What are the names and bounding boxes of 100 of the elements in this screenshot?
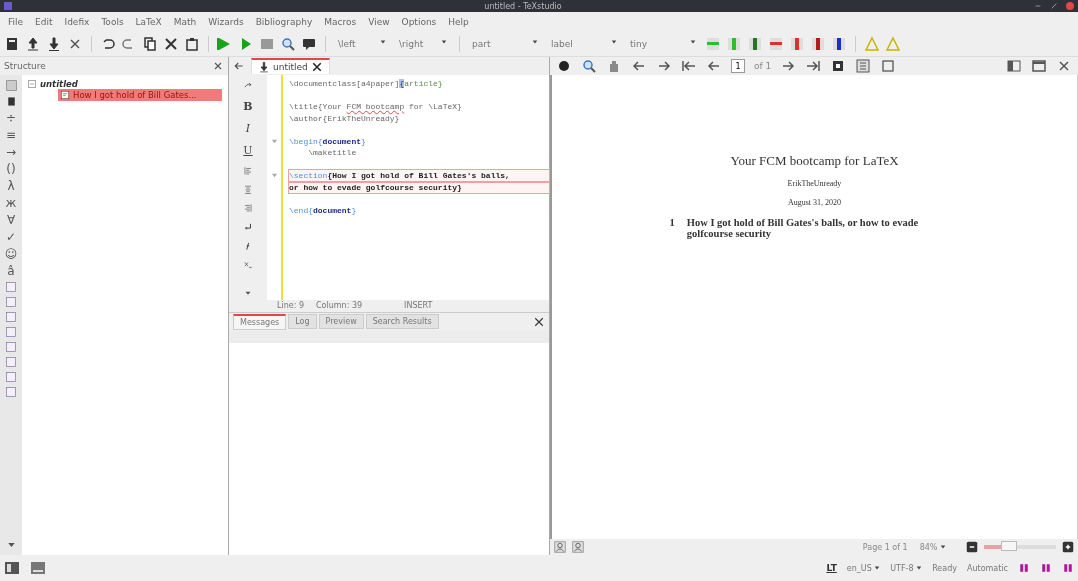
- subscript-icon[interactable]: [242, 259, 254, 270]
- close-icon[interactable]: [533, 315, 545, 328]
- tree-item[interactable]: untitled: [40, 79, 78, 89]
- symbol-tab-icon[interactable]: [5, 326, 17, 338]
- menu-item[interactable]: Options: [401, 17, 437, 27]
- format-button[interactable]: B: [243, 99, 253, 113]
- zoom-dropdown[interactable]: 84%: [913, 541, 952, 553]
- symbol-tab-icon[interactable]: [5, 341, 17, 353]
- window-icon[interactable]: [1031, 58, 1047, 74]
- symbol-tab[interactable]: ≡: [5, 128, 17, 142]
- table-icon[interactable]: [789, 36, 805, 52]
- table-icon[interactable]: [831, 36, 847, 52]
- close-icon[interactable]: [212, 60, 224, 72]
- caret-icon: [532, 39, 538, 45]
- paste-icon[interactable]: [184, 36, 200, 52]
- stop-icon[interactable]: [259, 36, 275, 52]
- search-icon[interactable]: [280, 36, 296, 52]
- tab-label: untitled: [273, 62, 308, 72]
- first-page-icon[interactable]: [681, 58, 697, 74]
- dropdown[interactable]: \left: [334, 39, 390, 49]
- table-icon[interactable]: [747, 36, 763, 52]
- search-icon[interactable]: [581, 58, 597, 74]
- sidebar-toggle-icon[interactable]: [4, 560, 20, 576]
- dropdown[interactable]: tiny: [626, 39, 700, 49]
- menu-item[interactable]: Tools: [101, 17, 124, 27]
- menu-item[interactable]: File: [8, 17, 24, 27]
- fold-marker-icon[interactable]: [270, 137, 278, 145]
- speech-bubble-icon[interactable]: [301, 36, 317, 52]
- person-icon[interactable]: [554, 541, 566, 553]
- fit-width-icon[interactable]: [855, 58, 872, 74]
- status-icon[interactable]: [1040, 562, 1052, 574]
- copy-icon[interactable]: [142, 36, 158, 52]
- newline-icon[interactable]: [242, 222, 254, 233]
- symbol-tab-icon[interactable]: [5, 356, 17, 368]
- menu-item[interactable]: LaTeX: [135, 17, 162, 27]
- collapse-icon[interactable]: [28, 80, 36, 88]
- frame-icon[interactable]: [880, 58, 897, 74]
- status-icon[interactable]: [1018, 562, 1030, 574]
- format-button[interactable]: I: [245, 121, 251, 135]
- symbol-tab[interactable]: λ: [7, 179, 15, 193]
- panel-tab[interactable]: Messages: [233, 313, 287, 330]
- format-button[interactable]: U: [243, 143, 253, 157]
- align-left-icon[interactable]: [242, 165, 254, 176]
- symbol-tab-icon[interactable]: [5, 386, 17, 398]
- fold-marker-icon[interactable]: [270, 172, 278, 180]
- caret-icon: [916, 565, 923, 571]
- panel-tab[interactable]: Preview: [318, 314, 364, 329]
- last-page-icon[interactable]: [805, 58, 822, 74]
- dropdown[interactable]: \right: [395, 39, 451, 49]
- symbol-tab-icon[interactable]: [5, 296, 17, 308]
- compile-mode[interactable]: Automatic: [966, 563, 1008, 573]
- panel-tab[interactable]: Search Results: [365, 314, 439, 329]
- status-icon[interactable]: [1062, 562, 1074, 574]
- page-number-field[interactable]: 1: [731, 59, 745, 73]
- zoom-out-icon[interactable]: [966, 541, 978, 553]
- zoom-in-icon[interactable]: [1062, 541, 1074, 553]
- code-line: \author{ErikTheUnready}: [289, 112, 401, 124]
- menu-item[interactable]: Idefix: [64, 17, 90, 27]
- dropdown[interactable]: part: [468, 39, 542, 49]
- dropdown[interactable]: label: [547, 39, 621, 49]
- menu-item[interactable]: Wizards: [208, 17, 244, 27]
- symbol-tab-icon[interactable]: [5, 371, 17, 383]
- table-icon[interactable]: [810, 36, 826, 52]
- tree-item[interactable]: How I got hold of Bill Gates...: [58, 89, 222, 101]
- symbol-tab[interactable]: ж: [5, 196, 17, 210]
- symbol-tab-icon[interactable]: [5, 311, 17, 323]
- language-selector[interactable]: en_US: [846, 563, 881, 573]
- menu-item[interactable]: Bibliography: [255, 17, 313, 27]
- upload-arrow-icon[interactable]: [25, 36, 41, 52]
- close-icon[interactable]: [310, 61, 323, 73]
- download-arrow-icon[interactable]: [46, 36, 62, 52]
- symbol-tab[interactable]: ÷: [5, 111, 17, 125]
- symbol-tab[interactable]: ✓: [5, 230, 17, 244]
- encoding-selector[interactable]: UTF-8: [890, 563, 923, 573]
- back-arrow-icon[interactable]: [233, 60, 245, 72]
- editor-tab[interactable]: untitled: [251, 58, 330, 74]
- align-center-icon[interactable]: [242, 184, 254, 195]
- person-icon[interactable]: [572, 541, 584, 553]
- menu-item[interactable]: Help: [448, 17, 469, 27]
- symbol-tab[interactable]: â: [7, 264, 15, 278]
- symbol-tab[interactable]: (): [6, 162, 16, 176]
- dot-icon[interactable]: [556, 58, 572, 74]
- menu-item[interactable]: Macros: [324, 17, 357, 27]
- symbol-tab[interactable]: ☺: [4, 247, 18, 261]
- menu-item[interactable]: Edit: [35, 17, 53, 27]
- symbol-tab[interactable]: ∀: [6, 213, 16, 227]
- cut-icon[interactable]: [163, 36, 179, 52]
- symbol-tab-icon[interactable]: [5, 281, 17, 293]
- menu-item[interactable]: Math: [173, 17, 197, 27]
- align-right-icon[interactable]: [242, 203, 254, 214]
- menu-item[interactable]: View: [368, 17, 390, 27]
- new-file-icon[interactable]: [4, 36, 20, 52]
- grammar-checker[interactable]: LT: [826, 563, 837, 573]
- slider-thumb[interactable]: [1001, 541, 1018, 551]
- dock-icon[interactable]: [1006, 58, 1022, 74]
- table-icon[interactable]: [768, 36, 784, 52]
- symbol-tab[interactable]: →: [5, 145, 17, 159]
- panel-toggle-icon[interactable]: [30, 560, 46, 576]
- maximize-icon[interactable]: [1050, 2, 1058, 10]
- panel-tab[interactable]: Log: [288, 314, 317, 329]
